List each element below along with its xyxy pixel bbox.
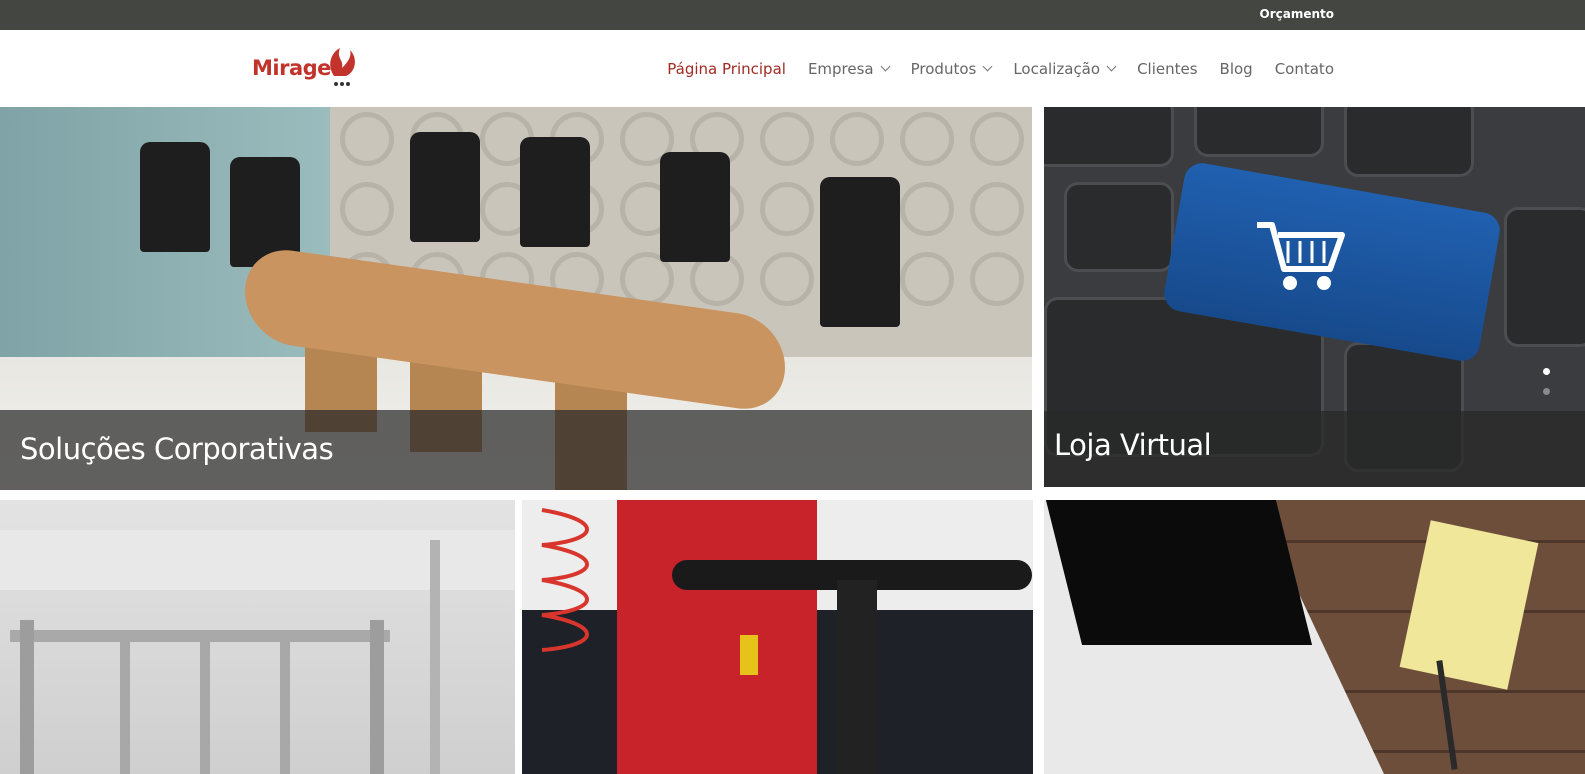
slider-dots [1543,368,1550,408]
chevron-down-icon [880,61,891,72]
logo[interactable]: Mirage [252,46,368,90]
tile-corporate-solutions[interactable]: Soluções Corporativas [0,107,1032,490]
logo-flame-icon [330,48,355,86]
nav-item-label: Blog [1219,59,1253,78]
shopping-cart-icon [1257,222,1345,290]
chair-post-image [837,580,877,774]
nav-item-localizacao[interactable]: Localização [1013,59,1117,78]
nav-item-label: Localização [1013,59,1101,78]
keyboard-key-image [1044,107,1174,167]
laptop-screen-image [1045,500,1313,645]
office-chair-image [660,152,730,262]
tile-caption: Loja Virtual [1054,428,1212,462]
slider-dot[interactable] [1543,388,1550,395]
tile-assembly-service[interactable] [522,500,1033,774]
nav-item-label: Página Principal [667,59,786,78]
technician-image [617,500,817,774]
nav-item-produtos[interactable]: Produtos [910,59,993,78]
notepad-image [1399,520,1539,690]
site-header: Mirage Página Principal Empresa Produtos… [0,30,1585,107]
office-chair-image [820,177,900,327]
main-nav: Página Principal Empresa Produtos Locali… [645,30,1334,107]
top-bar: Orçamento [0,0,1585,30]
office-chair-image [140,142,210,252]
chair-leg-image [20,620,34,774]
chair-leg-image [200,640,210,774]
chair-leg-image [280,640,290,774]
tile-virtual-store[interactable]: Loja Virtual [1044,107,1585,487]
quote-link[interactable]: Orçamento [1260,7,1335,21]
tile-laptop-notepad[interactable] [1044,500,1585,774]
chair-leg-image [120,640,130,774]
nav-item-clientes[interactable]: Clientes [1137,60,1197,78]
nav-item-home[interactable]: Página Principal [667,60,786,78]
nav-item-contato[interactable]: Contato [1275,60,1334,78]
nav-item-label: Produtos [910,59,977,78]
air-hose-image [541,508,589,652]
chair-leg-image [430,540,440,774]
nav-item-label: Empresa [807,59,874,78]
keyboard-key-image [1064,182,1174,272]
slider-dot-active[interactable] [1543,368,1550,375]
keyboard-key-image [1504,207,1585,347]
logo-text: Mirage [252,56,331,80]
chevron-down-icon [1106,61,1117,72]
tile-caption: Soluções Corporativas [20,432,334,466]
office-chair-image [520,137,590,247]
keyboard-key-image [1194,107,1324,157]
chair-leg-image [370,620,384,774]
nav-item-label: Contato [1274,59,1334,78]
tile-event-chairs[interactable] [0,500,515,774]
chevron-down-icon [982,61,993,72]
office-chair-image [410,132,480,242]
nav-item-empresa[interactable]: Empresa [807,59,891,78]
nav-item-label: Clientes [1137,59,1198,78]
nav-item-blog[interactable]: Blog [1220,60,1253,78]
drill-image [740,635,758,675]
keyboard-key-image [1344,107,1474,177]
